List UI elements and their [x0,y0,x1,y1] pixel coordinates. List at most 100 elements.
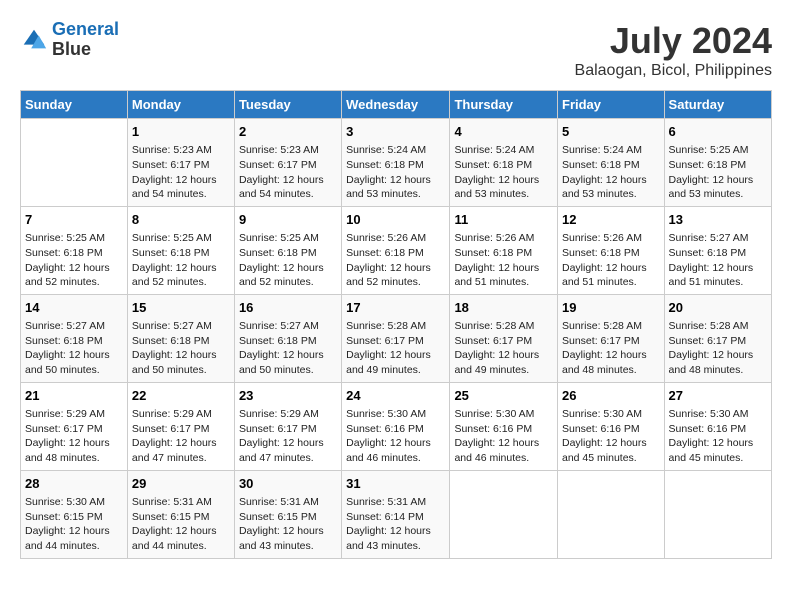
col-header-friday: Friday [558,91,665,119]
day-cell [450,470,558,558]
day-cell [558,470,665,558]
day-cell: 27 Sunrise: 5:30 AMSunset: 6:16 PMDayligh… [664,382,771,470]
week-row-1: 1Sunrise: 5:23 AMSunset: 6:17 PMDaylight… [21,119,772,207]
col-header-tuesday: Tuesday [234,91,341,119]
day-number: 26 [562,387,660,405]
day-number: 8 [132,211,230,229]
day-cell [664,470,771,558]
day-number: 5 [562,123,660,141]
logo-icon [20,26,48,54]
day-cell: 12 Sunrise: 5:26 AMSunset: 6:18 PMDayligh… [558,206,665,294]
day-number: 9 [239,211,337,229]
day-number: 21 [25,387,123,405]
day-cell: 17Sunrise: 5:28 AMSunset: 6:17 PMDayligh… [342,294,450,382]
day-number: 23 [239,387,337,405]
day-number: 18 [454,299,553,317]
day-info: Sunrise: 5:29 AMSunset: 6:17 PMDaylight:… [25,407,123,466]
day-cell: 4 Sunrise: 5:24 AMSunset: 6:18 PMDaylight… [450,119,558,207]
day-info: Sunrise: 5:24 AMSunset: 6:18 PMDaylight:… [562,143,660,202]
day-info: Sunrise: 5:30 AMSunset: 6:16 PMDaylight:… [562,407,660,466]
day-cell: 19Sunrise: 5:28 AMSunset: 6:17 PMDayligh… [558,294,665,382]
day-number: 15 [132,299,230,317]
day-cell: 18 Sunrise: 5:28 AMSunset: 6:17 PMDayligh… [450,294,558,382]
day-info: Sunrise: 5:31 AMSunset: 6:14 PMDaylight:… [346,495,445,554]
day-cell: 2 Sunrise: 5:23 AMSunset: 6:17 PMDaylight… [234,119,341,207]
day-cell: 26 Sunrise: 5:30 AMSunset: 6:16 PMDayligh… [558,382,665,470]
day-number: 3 [346,123,445,141]
day-info: Sunrise: 5:31 AMSunset: 6:15 PMDaylight:… [132,495,230,554]
week-row-4: 21 Sunrise: 5:29 AMSunset: 6:17 PMDayligh… [21,382,772,470]
day-info: Sunrise: 5:26 AMSunset: 6:18 PMDaylight:… [562,231,660,290]
day-number: 7 [25,211,123,229]
day-cell: 28 Sunrise: 5:30 AMSunset: 6:15 PMDayligh… [21,470,128,558]
day-info: Sunrise: 5:28 AMSunset: 6:17 PMDaylight:… [669,319,767,378]
col-header-thursday: Thursday [450,91,558,119]
col-header-saturday: Saturday [664,91,771,119]
week-row-3: 14Sunrise: 5:27 AMSunset: 6:18 PMDayligh… [21,294,772,382]
day-number: 12 [562,211,660,229]
day-info: Sunrise: 5:24 AMSunset: 6:18 PMDaylight:… [454,143,553,202]
day-cell: 23 Sunrise: 5:29 AMSunset: 6:17 PMDayligh… [234,382,341,470]
subtitle: Balaogan, Bicol, Philippines [575,62,772,80]
day-cell: 1Sunrise: 5:23 AMSunset: 6:17 PMDaylight… [127,119,234,207]
day-info: Sunrise: 5:27 AMSunset: 6:18 PMDaylight:… [25,319,123,378]
day-cell: 6Sunrise: 5:25 AMSunset: 6:18 PMDaylight… [664,119,771,207]
day-number: 4 [454,123,553,141]
logo-line1: General [52,19,119,39]
week-row-5: 28 Sunrise: 5:30 AMSunset: 6:15 PMDayligh… [21,470,772,558]
day-number: 28 [25,475,123,493]
day-info: Sunrise: 5:26 AMSunset: 6:18 PMDaylight:… [454,231,553,290]
day-number: 27 [669,387,767,405]
day-cell: 15 Sunrise: 5:27 AMSunset: 6:18 PMDayligh… [127,294,234,382]
day-info: Sunrise: 5:29 AMSunset: 6:17 PMDaylight:… [132,407,230,466]
day-info: Sunrise: 5:30 AMSunset: 6:15 PMDaylight:… [25,495,123,554]
day-number: 11 [454,211,553,229]
logo-line2: Blue [52,40,119,60]
day-cell: 31 Sunrise: 5:31 AMSunset: 6:14 PMDayligh… [342,470,450,558]
day-info: Sunrise: 5:28 AMSunset: 6:17 PMDaylight:… [454,319,553,378]
day-cell: 8Sunrise: 5:25 AMSunset: 6:18 PMDaylight… [127,206,234,294]
day-number: 31 [346,475,445,493]
col-header-monday: Monday [127,91,234,119]
day-info: Sunrise: 5:30 AMSunset: 6:16 PMDaylight:… [669,407,767,466]
day-cell: 9 Sunrise: 5:25 AMSunset: 6:18 PMDaylight… [234,206,341,294]
day-number: 17 [346,299,445,317]
day-number: 29 [132,475,230,493]
day-cell: 25 Sunrise: 5:30 AMSunset: 6:16 PMDayligh… [450,382,558,470]
day-cell: 30Sunrise: 5:31 AMSunset: 6:15 PMDayligh… [234,470,341,558]
day-number: 22 [132,387,230,405]
day-info: Sunrise: 5:27 AMSunset: 6:18 PMDaylight:… [239,319,337,378]
day-info: Sunrise: 5:23 AMSunset: 6:17 PMDaylight:… [132,143,230,202]
day-info: Sunrise: 5:25 AMSunset: 6:18 PMDaylight:… [25,231,123,290]
logo: General Blue [20,20,119,60]
day-info: Sunrise: 5:30 AMSunset: 6:16 PMDaylight:… [346,407,445,466]
day-number: 2 [239,123,337,141]
day-info: Sunrise: 5:24 AMSunset: 6:18 PMDaylight:… [346,143,445,202]
day-number: 19 [562,299,660,317]
day-number: 16 [239,299,337,317]
title-block: July 2024 Balaogan, Bicol, Philippines [575,20,772,80]
day-info: Sunrise: 5:26 AMSunset: 6:18 PMDaylight:… [346,231,445,290]
day-info: Sunrise: 5:30 AMSunset: 6:16 PMDaylight:… [454,407,553,466]
day-info: Sunrise: 5:27 AMSunset: 6:18 PMDaylight:… [132,319,230,378]
main-title: July 2024 [575,20,772,62]
week-row-2: 7 Sunrise: 5:25 AMSunset: 6:18 PMDaylight… [21,206,772,294]
day-info: Sunrise: 5:25 AMSunset: 6:18 PMDaylight:… [669,143,767,202]
day-cell: 7 Sunrise: 5:25 AMSunset: 6:18 PMDaylight… [21,206,128,294]
day-number: 25 [454,387,553,405]
day-cell: 11 Sunrise: 5:26 AMSunset: 6:18 PMDayligh… [450,206,558,294]
calendar-table: SundayMondayTuesdayWednesdayThursdayFrid… [20,90,772,559]
day-cell: 5 Sunrise: 5:24 AMSunset: 6:18 PMDaylight… [558,119,665,207]
header-row: SundayMondayTuesdayWednesdayThursdayFrid… [21,91,772,119]
day-number: 10 [346,211,445,229]
day-cell [21,119,128,207]
day-info: Sunrise: 5:25 AMSunset: 6:18 PMDaylight:… [239,231,337,290]
day-cell: 14Sunrise: 5:27 AMSunset: 6:18 PMDayligh… [21,294,128,382]
day-number: 20 [669,299,767,317]
day-info: Sunrise: 5:23 AMSunset: 6:17 PMDaylight:… [239,143,337,202]
col-header-sunday: Sunday [21,91,128,119]
day-info: Sunrise: 5:29 AMSunset: 6:17 PMDaylight:… [239,407,337,466]
day-number: 30 [239,475,337,493]
day-cell: 29 Sunrise: 5:31 AMSunset: 6:15 PMDayligh… [127,470,234,558]
day-number: 24 [346,387,445,405]
